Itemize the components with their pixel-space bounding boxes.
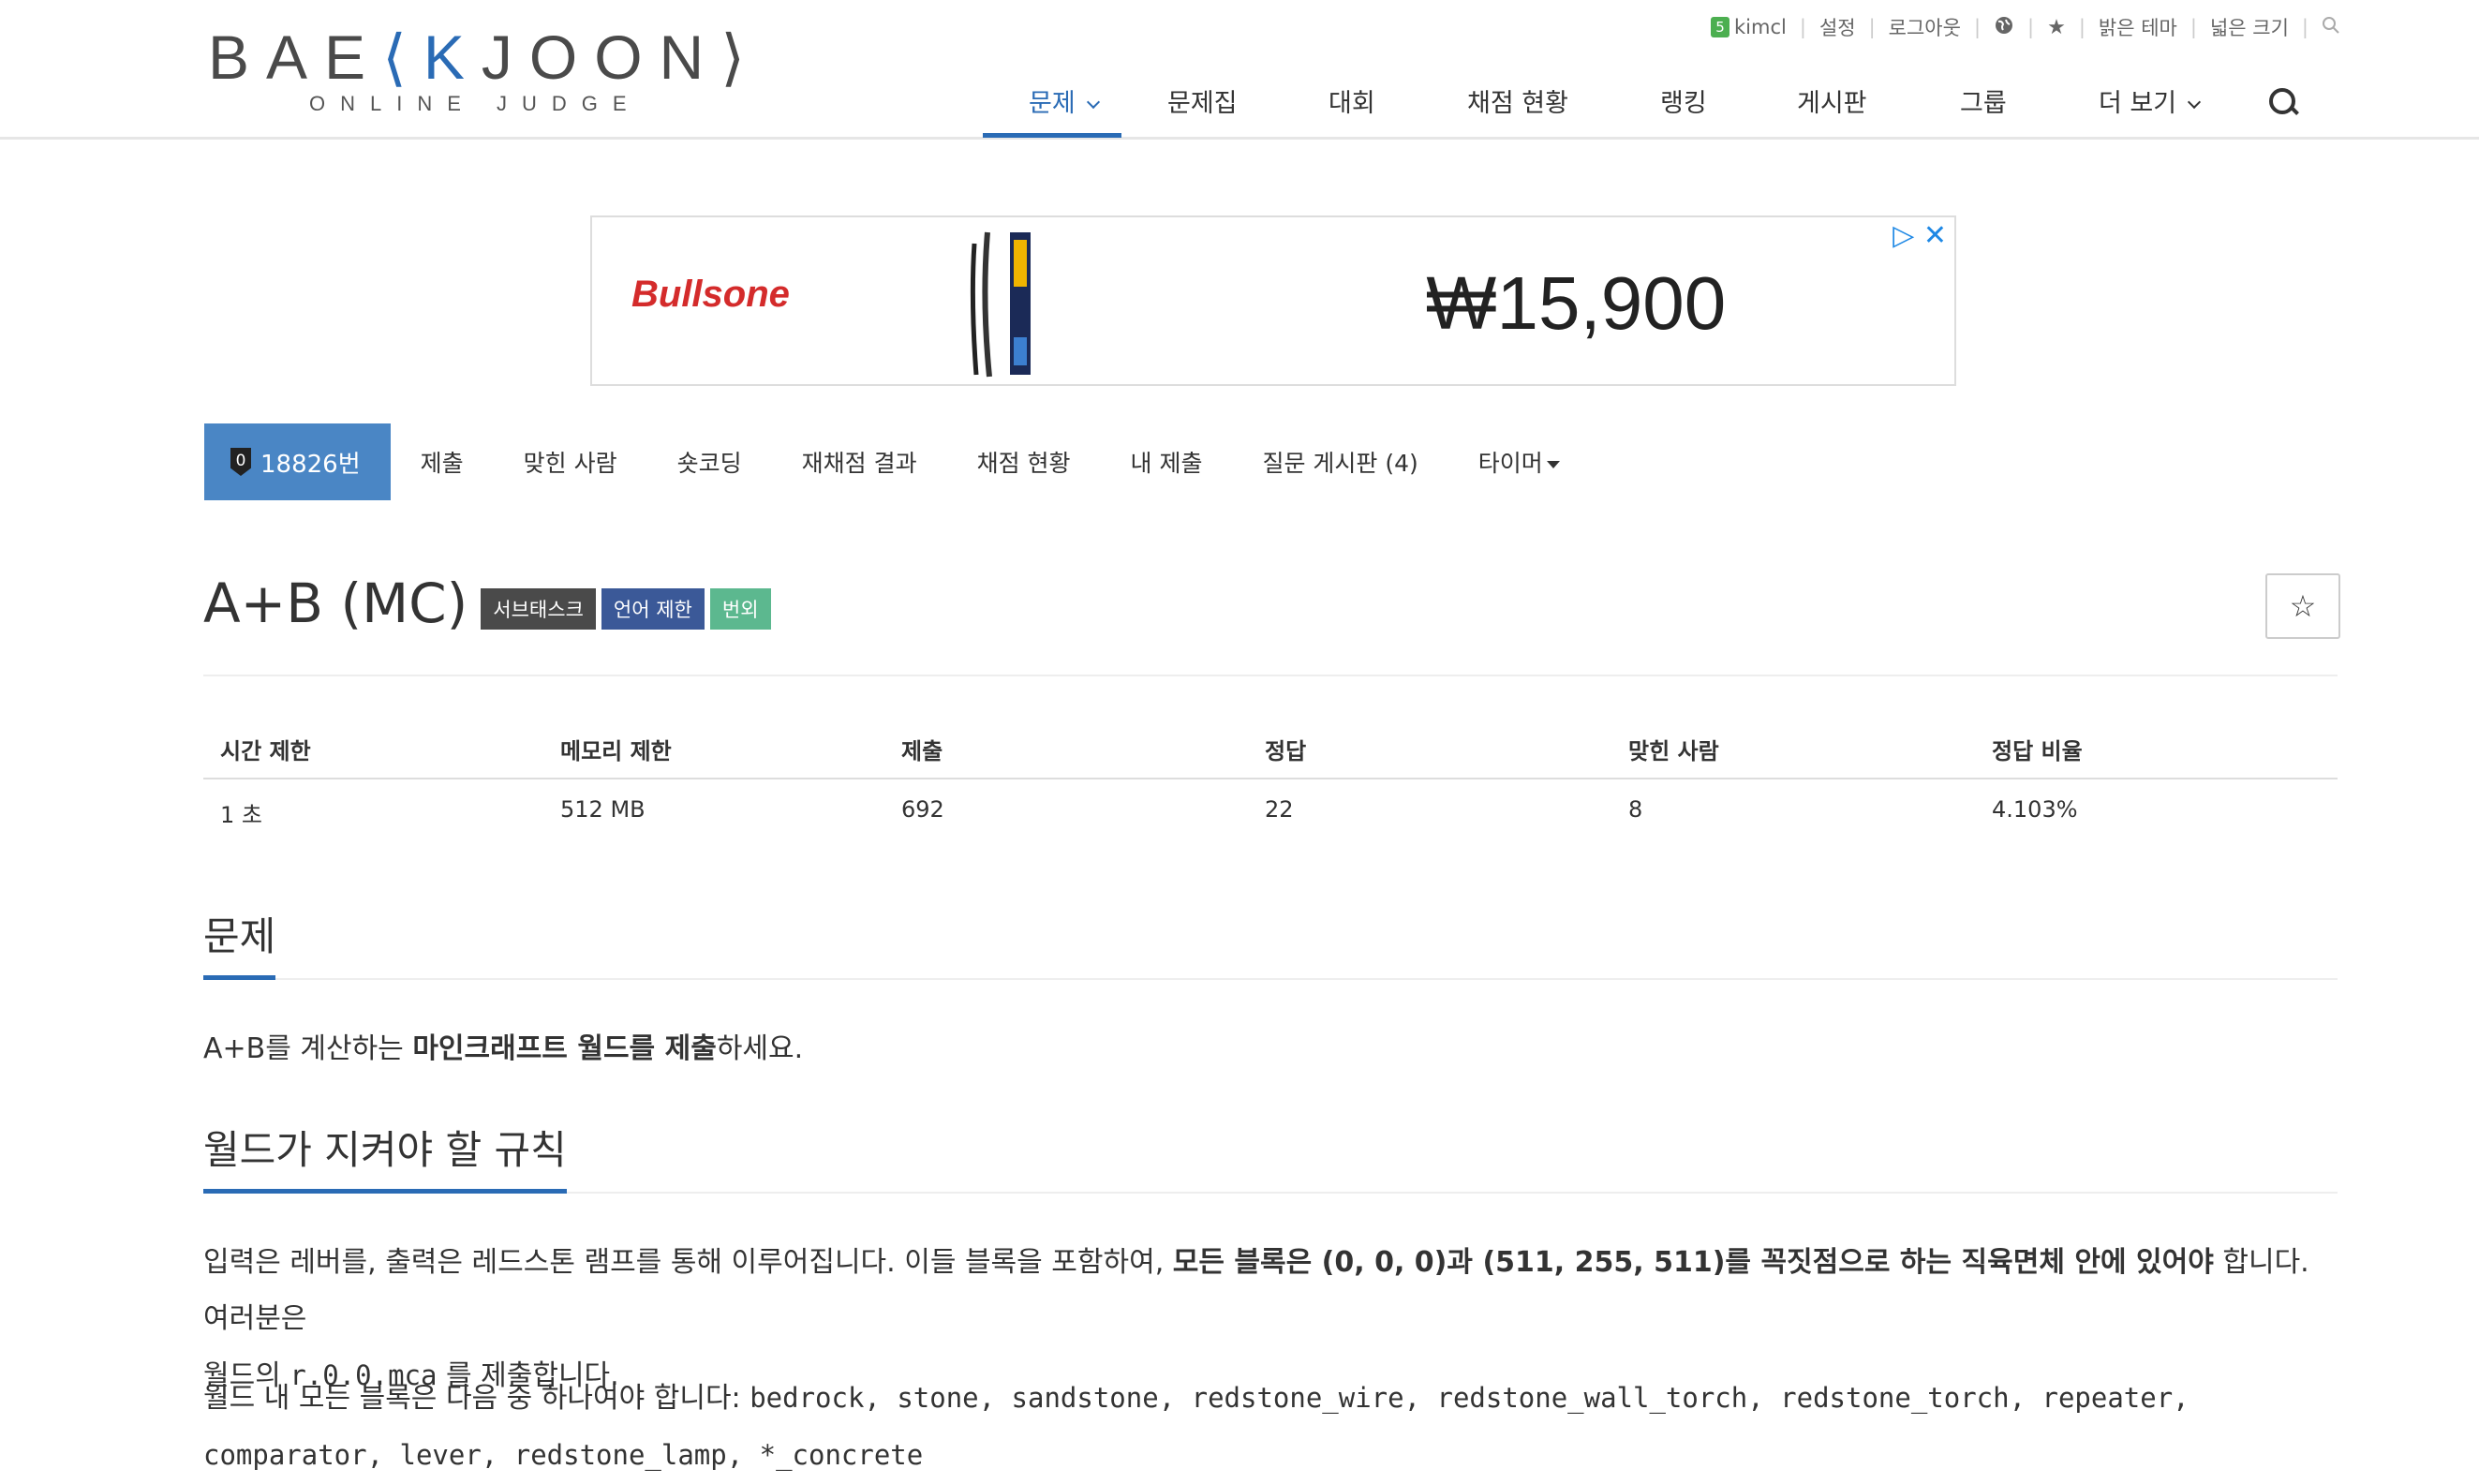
nav-more[interactable]: 더 보기 [2099,82,2202,119]
problem-title: A+B (MC) [203,571,468,635]
nav-group[interactable]: 그룹 [1960,82,2007,119]
tab-timer[interactable]: 타이머 [1448,445,1590,479]
accept-ratio-value: 4.103% [1992,796,2078,823]
nav-ranking[interactable]: 랭킹 [1660,82,1707,119]
problem-menu: 0 18826번 제출 맞힌 사람 숏코딩 재채점 결과 채점 현황 내 제출 … [204,423,1590,500]
search-icon[interactable] [2269,88,2295,114]
nav-contest[interactable]: 대회 [1329,82,1375,119]
nav-board[interactable]: 게시판 [1797,82,1867,119]
site-header: BAE⟨KJOON⟩ ONLINE JUDGE 5 kimcl | 설정 | 로… [0,0,2479,140]
tab-problem-number[interactable]: 0 18826번 [204,423,391,500]
problem-description: A+B를 계산하는 마인크래프트 월드를 제출하세요. [203,1032,804,1065]
problem-section-header: 문제 [203,905,2338,980]
section-title-rules: 월드가 지켜야 할 규칙 [203,1119,567,1194]
logout-link[interactable]: 로그아웃 [1889,13,1961,41]
nav-problems[interactable]: 문제 [1029,82,1100,119]
accepted-value[interactable]: 22 [1265,796,1294,823]
problem-info-table: 시간 제한 메모리 제한 제출 정답 맞힌 사람 정답 비율 1 초 512 M… [203,721,2338,828]
small-search-icon[interactable] [2322,16,2340,39]
globe-icon[interactable] [1994,15,2014,40]
caret-down-icon [1546,461,1560,468]
submissions-value[interactable]: 692 [901,796,944,823]
tab-my-submissions[interactable]: 내 제출 [1101,445,1233,479]
rules-section-header: 월드가 지켜야 할 규칙 [203,1119,2338,1194]
star-outline-icon: ☆ [2289,588,2317,624]
username-link[interactable]: kimcl [1734,16,1787,38]
tab-qna-board[interactable]: 질문 게시판 (4) [1232,445,1447,479]
divider [203,675,2338,676]
nav-active-underline [983,133,1121,138]
solved-users-value[interactable]: 8 [1628,796,1642,823]
star-icon[interactable]: ★ [2047,16,2066,39]
label-language-restriction: 언어 제한 [601,588,705,630]
top-links: 5 kimcl | 설정 | 로그아웃 | | ★ | 밝은 테마 | 넓은 크… [1711,13,2340,41]
adchoices-icon[interactable]: ▷ [1893,219,1914,252]
chevron-down-icon [2188,95,2202,110]
label-extra: 번외 [709,588,771,630]
wide-layout-link[interactable]: 넓은 크기 [2210,13,2289,41]
tab-status[interactable]: 채점 현황 [947,445,1101,479]
chevron-down-icon [1086,95,1100,110]
tab-shortcoding[interactable]: 숏코딩 [647,445,772,479]
rules-paragraph-2: 월드 내 모든 블록은 다음 중 하나여야 합니다: bedrock, ston… [203,1382,2190,1471]
close-icon[interactable]: ✕ [1923,219,1947,252]
tab-rejudge[interactable]: 재채점 결과 [772,445,947,479]
ad-brand: Bullsone [631,274,790,315]
wiper-product-image [970,231,1031,378]
nav-workbook[interactable]: 문제집 [1167,82,1238,119]
section-title-problem: 문제 [203,905,276,980]
problem-title-row: A+B (MC) 서브태스크 언어 제한 번외 [203,571,771,635]
advertisement-banner[interactable]: Bullsone ₩15,900 ▷ ✕ [590,215,1956,386]
tab-solved-users[interactable]: 맞힌 사람 [494,445,647,479]
light-theme-link[interactable]: 밝은 테마 [2099,13,2177,41]
table-row: 1 초 512 MB 692 22 8 4.103% [203,721,2338,828]
ad-price: ₩15,900 [1426,261,1727,345]
tier-badge-icon: 0 [230,448,251,476]
main-nav: 문제 문제집 대회 채점 현황 랭킹 게시판 그룹 더 보기 [0,69,2479,138]
time-limit-value: 1 초 [220,802,262,828]
settings-link[interactable]: 설정 [1819,13,1856,41]
favorite-star-button[interactable]: ☆ [2265,573,2340,639]
nav-status[interactable]: 채점 현황 [1467,82,1568,119]
tab-submit[interactable]: 제출 [391,445,494,479]
memory-limit-value: 512 MB [560,796,646,823]
label-subtask: 서브태스크 [481,588,596,630]
user-tier-badge: 5 [1711,17,1730,37]
